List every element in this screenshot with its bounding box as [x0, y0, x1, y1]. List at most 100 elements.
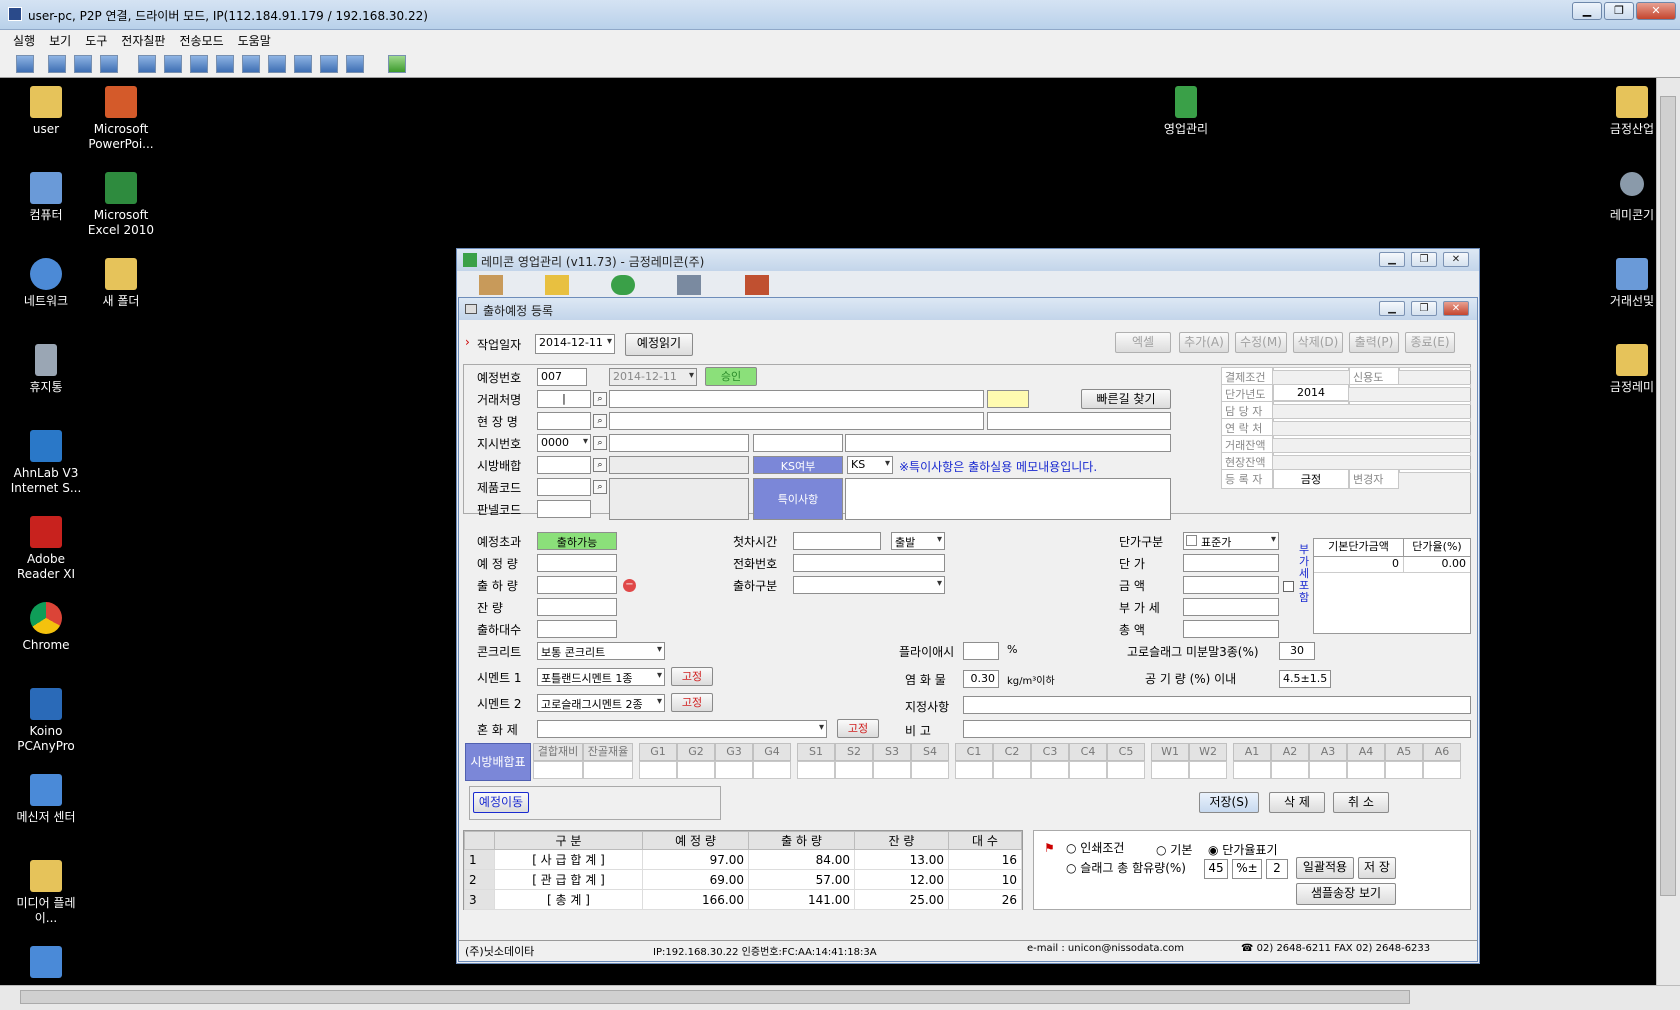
site-address-field[interactable] [987, 412, 1171, 430]
toolbar-network-icon[interactable] [268, 55, 286, 73]
admixture-select[interactable] [537, 720, 827, 738]
product-code-field[interactable] [537, 478, 591, 496]
remote-vertical-scrollbar[interactable] [1656, 78, 1680, 985]
total-field[interactable] [1183, 620, 1279, 638]
dialog-minimize-button[interactable]: ▁ [1379, 301, 1405, 316]
table-row[interactable]: 3 [ 총 계 ] 166.00 141.00 25.00 26 [464, 889, 1022, 910]
mix-value-c3[interactable] [1031, 761, 1069, 779]
order-extra-field[interactable] [753, 434, 843, 452]
main-warning-icon[interactable] [545, 275, 569, 295]
mix-value-a4[interactable] [1347, 761, 1385, 779]
desktop-icon-chrome[interactable]: Chrome [6, 602, 86, 653]
move-plan-button[interactable]: 예정이동 [473, 792, 529, 813]
desktop-icon-sales-management[interactable]: 영업관리 [1146, 86, 1226, 137]
phone-field[interactable] [793, 554, 945, 572]
mix-value-s2[interactable] [835, 761, 873, 779]
approval-button[interactable]: 승인 [705, 367, 757, 386]
cement1-fix-button[interactable]: 고정 [671, 667, 713, 686]
desktop-icon-adobe-reader[interactable]: Adobe Reader XI [6, 516, 86, 582]
admixture-fix-button[interactable]: 고정 [837, 719, 879, 738]
desktop-icon-geumjeong-industry[interactable]: 금정산업 [1592, 86, 1656, 137]
order-search-icon[interactable]: ⌕ [593, 436, 607, 450]
toolbar-chat-icon[interactable] [138, 55, 156, 73]
price-type-select[interactable]: 표준가 [1183, 532, 1279, 550]
chloride-field[interactable]: 0.30 [963, 670, 999, 688]
remain-field[interactable] [537, 598, 617, 616]
order-note-field[interactable] [845, 434, 1171, 452]
remarks-field[interactable] [963, 720, 1471, 738]
toolbar-display-icon[interactable] [74, 55, 92, 73]
desktop-icon-ahnlab[interactable]: AhnLab V3 Internet S... [6, 430, 86, 496]
mix-search-icon[interactable]: ⌕ [593, 458, 607, 472]
menu-tools[interactable]: 도구 [78, 30, 114, 49]
main-minimize-button[interactable]: ▁ [1379, 252, 1405, 267]
order-detail-field[interactable] [609, 434, 749, 452]
designated-field[interactable] [963, 696, 1471, 714]
desktop-icon-messenger[interactable]: 메신저 센터 [6, 774, 86, 825]
mix-value-s3[interactable] [873, 761, 911, 779]
mix-value-잔골재율[interactable] [583, 761, 633, 779]
main-edit-icon[interactable] [479, 275, 503, 295]
concrete-select[interactable]: 보통 콘크리트 [537, 642, 665, 660]
toolbar-users-icon[interactable] [242, 55, 260, 73]
vat-checkbox[interactable] [1283, 581, 1294, 592]
restore-button[interactable]: ❐ [1604, 2, 1634, 20]
plan-date-field[interactable]: 2014-12-11 [609, 368, 697, 386]
mix-value-c5[interactable] [1107, 761, 1145, 779]
ship-qty-field[interactable] [537, 576, 617, 594]
menu-transfer-mode[interactable]: 전송모드 [172, 30, 230, 49]
save-button[interactable]: 저장(S) [1199, 792, 1259, 813]
sample-invoice-button[interactable]: 샘플송장 보기 [1296, 883, 1396, 905]
main-refresh-icon[interactable] [611, 275, 635, 295]
flyash-field[interactable] [963, 642, 999, 660]
mix-value-a1[interactable] [1233, 761, 1271, 779]
toolbar-refresh-icon[interactable] [216, 55, 234, 73]
mix-value-결합재비[interactable] [533, 761, 583, 779]
mix-code-field[interactable] [537, 456, 591, 474]
site-search-icon[interactable]: ⌕ [593, 414, 607, 428]
excel-button[interactable]: 엑셀 [1115, 332, 1171, 353]
option-basic-radio[interactable]: ○ 기본 [1156, 841, 1192, 858]
mix-value-a2[interactable] [1271, 761, 1309, 779]
desktop-icon-clients[interactable]: 거래선및 [1592, 258, 1656, 309]
dialog-close-button[interactable]: ✕ [1443, 301, 1469, 316]
mix-value-w1[interactable] [1151, 761, 1189, 779]
ship-type-select[interactable] [793, 576, 945, 594]
mix-value-c1[interactable] [955, 761, 993, 779]
print-save-button[interactable]: 저 장 [1358, 857, 1396, 879]
special-note-field[interactable] [845, 478, 1171, 520]
menu-view[interactable]: 보기 [42, 30, 78, 49]
main-calculator-icon[interactable] [677, 275, 701, 295]
add-button[interactable]: 추가(A) [1179, 332, 1229, 353]
mix-value-g1[interactable] [639, 761, 677, 779]
cement1-select[interactable]: 포틀랜드시멘트 1종 [537, 668, 665, 686]
menu-whiteboard[interactable]: 전자칠판 [114, 30, 172, 49]
close-button[interactable]: ✕ [1636, 2, 1676, 20]
desktop-icon-powerpoint[interactable]: Microsoft PowerPoi... [81, 86, 161, 152]
mix-value-s4[interactable] [911, 761, 949, 779]
slag-pm-field[interactable]: 2 [1266, 859, 1288, 879]
amount-field[interactable] [1183, 576, 1279, 594]
cancel-button[interactable]: 취 소 [1333, 792, 1389, 813]
work-date-picker[interactable]: 2014-12-11 [535, 334, 615, 354]
option-rate-radio[interactable]: ◉ 단가율표기 [1208, 841, 1278, 858]
main-close-button[interactable]: ✕ [1443, 252, 1469, 267]
desktop-icon-new-folder[interactable]: 새 폴더 [81, 258, 161, 309]
delete-top-button[interactable]: 삭제(D) [1293, 332, 1343, 353]
horizontal-scroll-thumb[interactable] [20, 990, 1410, 1004]
product-search-icon[interactable]: ⌕ [593, 480, 607, 494]
vertical-scroll-thumb[interactable] [1660, 96, 1676, 896]
ks-select[interactable]: KS [847, 456, 893, 474]
desktop-icon-recycle-bin[interactable]: 휴지통 [6, 344, 86, 395]
unit-price-field[interactable] [1183, 554, 1279, 572]
menu-help[interactable]: 도움말 [231, 30, 278, 49]
modify-button[interactable]: 수정(M) [1235, 332, 1287, 353]
toolbar-connect-icon[interactable] [388, 55, 406, 73]
minimize-button[interactable]: ▁ [1572, 2, 1602, 20]
apply-all-button[interactable]: 일괄적용 [1296, 857, 1354, 879]
quick-find-button[interactable]: 빠른길 찾기 [1081, 389, 1171, 409]
slag-total-field[interactable]: 45 [1204, 859, 1228, 879]
desktop-icon-computer[interactable]: 컴퓨터 [6, 172, 86, 223]
mix-value-g3[interactable] [715, 761, 753, 779]
client-code-field[interactable]: | [537, 390, 591, 408]
